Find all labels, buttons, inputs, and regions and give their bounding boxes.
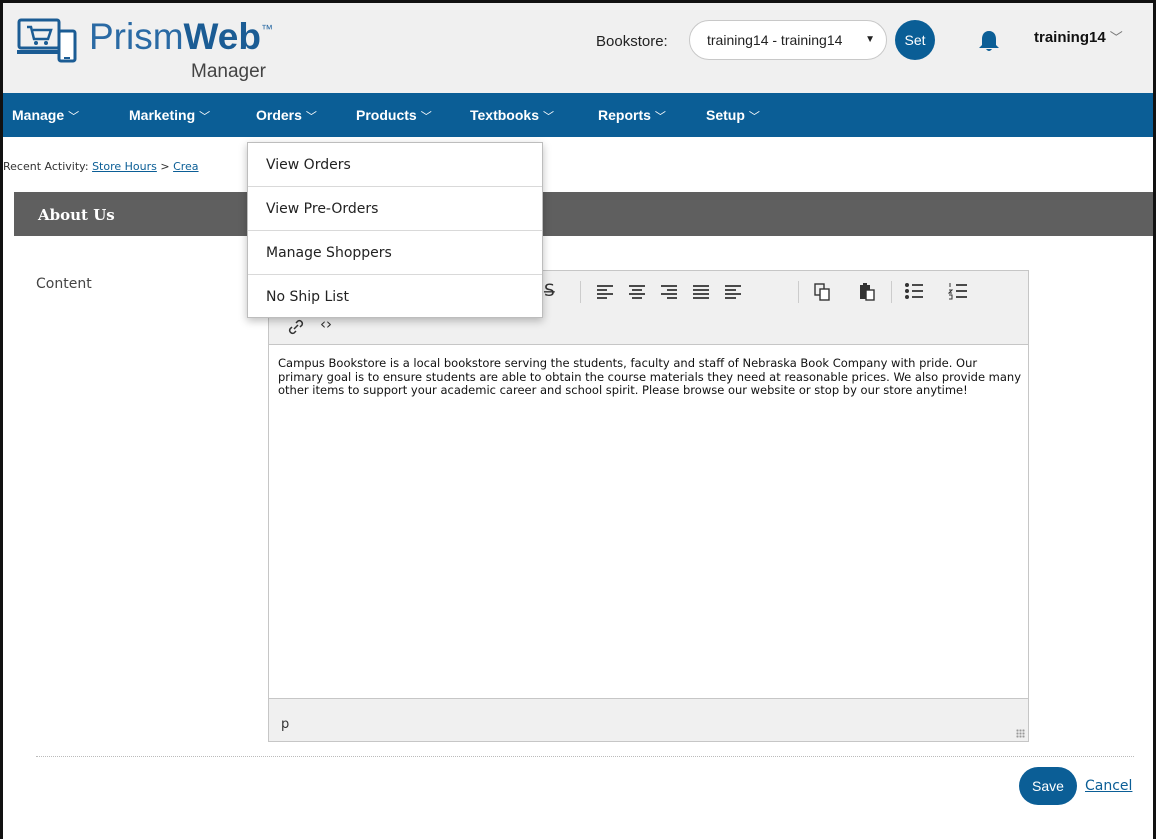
logo-wordmark: PrismWeb™ [89, 16, 273, 58]
nav-manage[interactable]: Manage ﹀ [12, 107, 79, 124]
save-button[interactable]: Save [1019, 767, 1077, 805]
page-title: About Us [38, 206, 115, 224]
nav-products-label: Products [356, 107, 417, 123]
dropdown-arrow-icon: ▼ [865, 34, 875, 45]
toolbar-separator [798, 281, 799, 303]
align-justify-icon[interactable] [692, 284, 710, 300]
bookstore-label: Bookstore: [596, 33, 668, 50]
recent-activity-label: Recent Activity: [3, 160, 89, 173]
app-header: PrismWeb™ Manager Bookstore: training14 … [3, 3, 1153, 93]
nav-setup[interactable]: Setup ﹀ [706, 107, 760, 124]
editor-content[interactable]: Campus Bookstore is a local bookstore se… [278, 356, 1023, 398]
section-header: About Us [14, 192, 1153, 236]
toolbar-separator [580, 281, 581, 303]
nav-textbooks-label: Textbooks [470, 107, 539, 123]
bookstore-selected-value: training14 - training14 [707, 32, 843, 48]
main-navigation: Manage ﹀ Marketing ﹀ Orders ﹀ Products ﹀ Tex… [3, 93, 1153, 137]
nav-setup-label: Setup [706, 107, 745, 123]
nav-textbooks[interactable]: Textbooks ﹀ [470, 107, 554, 124]
copy-icon[interactable] [813, 282, 831, 302]
numbered-list-icon[interactable] [948, 282, 968, 300]
link-icon[interactable] [287, 318, 305, 336]
chevron-down-icon: ﹀ [1109, 30, 1123, 45]
chevron-down-icon: ﹀ [305, 111, 317, 123]
recent-activity: Recent Activity: Store Hours > Crea [3, 160, 199, 173]
align-right-icon[interactable] [660, 284, 678, 300]
align-left-icon[interactable] [596, 284, 614, 300]
bell-icon[interactable] [978, 29, 1000, 53]
menu-item-view-orders[interactable]: View Orders [248, 143, 542, 187]
align-center-icon[interactable] [628, 284, 646, 300]
chevron-down-icon: ﹀ [199, 111, 211, 123]
indent-icon[interactable] [724, 284, 742, 300]
breadcrumb-separator: > [160, 160, 170, 173]
username: training14 [1034, 29, 1106, 46]
paste-icon[interactable] [858, 282, 876, 302]
nav-orders-label: Orders [256, 107, 302, 123]
nav-manage-label: Manage [12, 107, 65, 123]
toolbar-separator [891, 281, 892, 303]
content-field-label: Content [36, 276, 92, 292]
form-divider [36, 756, 1134, 757]
element-path[interactable]: p [281, 717, 289, 732]
cart-laptop-logo-icon [17, 18, 77, 63]
nav-marketing-label: Marketing [129, 107, 196, 123]
user-menu[interactable]: training14 ﹀ [1034, 27, 1123, 46]
recent-link-store-hours[interactable]: Store Hours [92, 160, 157, 173]
editor-statusbar: p [269, 698, 1028, 741]
strikethrough-icon[interactable]: S̶ [544, 281, 555, 301]
menu-item-manage-shoppers[interactable]: Manage Shoppers [248, 231, 542, 275]
rich-text-editor: S̶ ‹› Campus Bookstore is a local bookst… [268, 270, 1029, 742]
nav-reports[interactable]: Reports ﹀ [598, 107, 666, 124]
cancel-link[interactable]: Cancel [1085, 778, 1132, 794]
orders-dropdown-menu: View Orders View Pre-Orders Manage Shopp… [247, 142, 543, 318]
nav-orders[interactable]: Orders ﹀ [256, 107, 317, 124]
trademark-mark: ™ [260, 22, 273, 36]
menu-item-view-pre-orders[interactable]: View Pre-Orders [248, 187, 542, 231]
bullet-list-icon[interactable] [904, 282, 924, 300]
set-bookstore-button[interactable]: Set [895, 20, 935, 60]
chevron-down-icon: ﹀ [68, 111, 80, 123]
chevron-down-icon: ﹀ [654, 111, 666, 123]
menu-item-no-ship-list[interactable]: No Ship List [248, 275, 542, 319]
bookstore-select[interactable]: training14 - training14 ▼ [689, 20, 887, 60]
nav-reports-label: Reports [598, 107, 651, 123]
nav-products[interactable]: Products ﹀ [356, 107, 432, 124]
resize-handle-icon[interactable] [1016, 729, 1025, 738]
chevron-down-icon: ﹀ [542, 111, 554, 123]
logo-subtitle: Manager [191, 61, 266, 82]
logo-bold: Web [183, 16, 261, 57]
chevron-down-icon: ﹀ [748, 111, 760, 123]
chevron-down-icon: ﹀ [420, 111, 432, 123]
logo-name: Prism [89, 16, 184, 57]
nav-marketing[interactable]: Marketing ﹀ [129, 107, 210, 124]
recent-link-create[interactable]: Crea [173, 160, 198, 173]
